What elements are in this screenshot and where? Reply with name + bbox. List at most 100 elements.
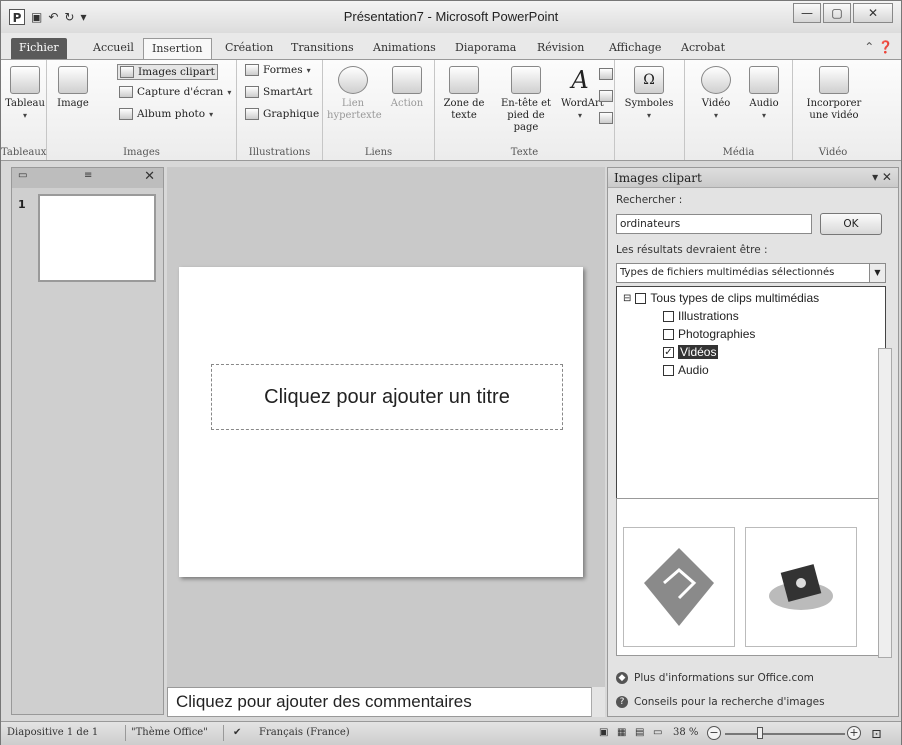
chart-icon [245,108,259,120]
wordart-button[interactable]: A WordArt ▾ [561,66,604,122]
slide-thumbnail[interactable] [38,194,156,282]
tab-affichage[interactable]: Affichage [601,38,669,59]
tree-item-photographies[interactable]: Photographies [663,327,755,341]
symboles-button[interactable]: Ω Symboles ▾ [621,66,677,122]
slides-pane: ▭ ≡ ✕ 1 [11,167,164,715]
tree-root[interactable]: ⊟ Tous types de clips multimédias [623,291,819,305]
help-icon[interactable]: ⌃ ❓ [864,40,893,54]
tab-creation[interactable]: Création [217,38,281,59]
clip-result-floppy[interactable] [745,527,857,647]
tab-insertion[interactable]: Insertion [143,38,212,59]
tableau-button[interactable]: Tableau ▾ [5,66,45,122]
lien-hypertexte-button[interactable]: Lien hypertexte [327,66,382,122]
title-placeholder[interactable]: Cliquez pour ajouter un titre [211,364,563,430]
collapse-icon[interactable]: ⊟ [623,293,631,304]
speaker-icon [749,66,779,94]
clip-result-circuit[interactable] [623,527,735,647]
zoom-in-button[interactable]: + [847,726,861,740]
tab-accueil[interactable]: Accueil [85,38,142,59]
audio-checkbox[interactable] [663,364,674,376]
slide-canvas[interactable]: Cliquez pour ajouter un titre [179,267,583,577]
tree-item-audio[interactable]: Audio [663,363,709,377]
spellcheck-icon[interactable]: ✔ [233,727,241,738]
search-input[interactable]: ordinateurs [616,214,812,234]
circuit-clip-icon [644,548,714,626]
textbox-icon [449,66,479,94]
normal-view-icon[interactable]: ▣ [599,727,608,738]
tab-diaporama[interactable]: Diaporama [447,38,524,59]
illustrations-checkbox[interactable] [663,310,674,322]
tab-fichier[interactable]: Fichier [11,38,67,59]
ok-button[interactable]: OK [820,213,882,235]
group-texte: Zone de texte En-tête et pied de page A … [435,60,615,160]
zoom-level[interactable]: 38 % [673,727,698,738]
tree-item-videos[interactable]: ✓ Vidéos [663,345,719,359]
root-checkbox[interactable] [635,292,647,304]
slide-sorter-icon[interactable]: ▦ [617,727,626,738]
slide-number-icon[interactable] [599,90,613,102]
reading-view-icon[interactable]: ▤ [635,727,644,738]
images-clipart-button[interactable]: Images clipart [117,64,218,80]
photographies-checkbox[interactable] [663,328,674,340]
search-tips-link[interactable]: ? Conseils pour la recherche d'images [616,696,825,708]
wordart-icon: A [571,66,589,94]
date-time-icon[interactable] [599,68,613,80]
group-symboles: Ω Symboles ▾ [615,60,685,160]
slides-tab-icon[interactable]: ▭ [18,170,27,181]
ribbon-tabs: Fichier Accueil Insertion Création Trans… [1,33,901,59]
capture-ecran-button[interactable]: Capture d'écran ▾ [119,86,231,98]
results-label: Les résultats devraient être : [616,244,768,256]
outline-tab-icon[interactable]: ≡ [84,170,92,181]
incorporer-video-button[interactable]: Incorporer une vidéo [801,66,867,122]
image-button[interactable]: Image [53,66,93,110]
tab-acrobat[interactable]: Acrobat [673,38,733,59]
formes-button[interactable]: Formes ▾ [245,64,311,76]
clipart-pane-header: Images clipart ▾ ✕ [608,168,898,188]
zoom-slider-thumb[interactable] [757,727,763,739]
zone-de-texte-button[interactable]: Zone de texte [439,66,489,122]
object-icon[interactable] [599,112,613,124]
pane-options-close-icon[interactable]: ▾ ✕ [872,170,892,184]
tree-item-illustrations[interactable]: Illustrations [663,309,739,323]
tab-revision[interactable]: Révision [529,38,592,59]
window-controls: — ▢ ✕ [793,3,893,23]
media-type-dropdown: ⊟ Tous types de clips multimédias Illust… [616,286,886,500]
media-type-select[interactable]: Types de fichiers multimédias sélectionn… [616,263,886,283]
slideshow-view-icon[interactable]: ▭ [653,727,662,738]
clipart-scrollbar[interactable] [878,348,892,658]
language[interactable]: Français (France) [259,727,350,738]
more-info-link[interactable]: ◆ Plus d'informations sur Office.com [616,672,814,684]
zoom-slider[interactable] [725,733,845,735]
globe-link-icon [338,66,368,94]
minimize-button[interactable]: — [793,3,821,23]
notes-scrollbar[interactable] [591,687,605,717]
close-button[interactable]: ✕ [853,3,893,23]
slides-pane-tabs: ▭ ≡ ✕ [12,168,163,188]
slide-info: Diapositive 1 de 1 [7,727,99,738]
zoom-out-button[interactable]: − [707,726,721,740]
group-media: Vidéo ▾ Audio ▾ Média [685,60,793,160]
close-pane-icon[interactable]: ✕ [144,169,155,184]
theme-name[interactable]: "Thème Office" [131,727,208,738]
omega-icon: Ω [634,66,664,94]
notes-pane[interactable]: Cliquez pour ajouter des commentaires [167,687,605,717]
group-images: Image Images clipart Capture d'écran ▾ Al… [47,60,237,160]
video-button[interactable]: Vidéo ▾ [695,66,737,122]
graphique-button[interactable]: Graphique [245,108,319,120]
slide-editor: Cliquez pour ajouter un titre [167,167,605,687]
fit-to-window-icon[interactable]: ⊡ [871,727,882,742]
tab-transitions[interactable]: Transitions [283,38,362,59]
smartart-button[interactable]: SmartArt [245,86,312,98]
tab-animations[interactable]: Animations [365,38,444,59]
group-video: Incorporer une vidéo Vidéo [793,60,873,160]
entete-pied-button[interactable]: En-tête et pied de page [495,66,557,134]
clipart-results [616,498,886,656]
videos-checkbox[interactable]: ✓ [663,346,674,358]
album-photo-button[interactable]: Album photo ▾ [119,108,213,120]
maximize-button[interactable]: ▢ [823,3,851,23]
embed-video-icon [819,66,849,94]
chevron-down-icon[interactable]: ▼ [869,264,885,282]
audio-button[interactable]: Audio ▾ [743,66,785,122]
action-button[interactable]: Action [385,66,429,110]
group-label-tableaux: Tableaux [1,147,47,158]
